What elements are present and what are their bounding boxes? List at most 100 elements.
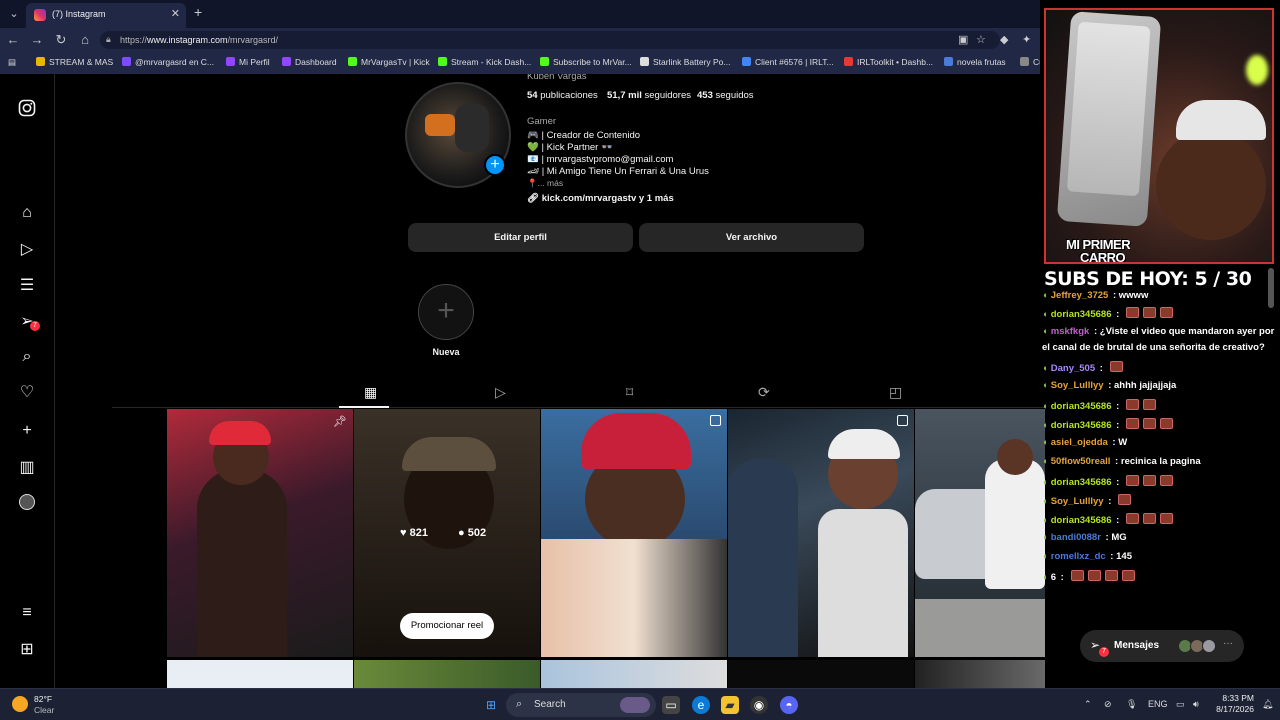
- reels-tab-icon[interactable]: ▷: [495, 384, 506, 401]
- tagged-tab-icon[interactable]: ◰: [889, 384, 902, 401]
- view-archive-button[interactable]: Ver archivo: [639, 223, 864, 252]
- feed-list-icon[interactable]: ☰: [16, 275, 38, 297]
- chat-emote-icon: [1104, 570, 1118, 581]
- url-path: /mrvargasrd/: [227, 35, 279, 45]
- messages-button[interactable]: ➢ 7 Mensajes ···: [1080, 630, 1244, 662]
- reload-icon[interactable]: ↻: [53, 32, 69, 48]
- bookmark-item[interactable]: IRLToolkit • Dashb...: [844, 57, 933, 67]
- bio-more-link[interactable]: 📍... más: [527, 178, 563, 189]
- back-icon[interactable]: ←: [5, 32, 21, 47]
- post-thumbnail-hovered[interactable]: ♥ 821 ● 502 Promocionar reel: [354, 409, 540, 657]
- post-thumbnail[interactable]: [541, 660, 727, 688]
- instagram-sidebar: ⌂ ▷ ☰ ➢ 7 ⌕ ♡ + ▥ ≡ ⊞: [0, 74, 55, 688]
- notifications-icon[interactable]: 🔔︎: [1262, 699, 1273, 710]
- posts-grid-tab-icon[interactable]: ▦: [364, 384, 377, 401]
- bookmarks-menu-icon[interactable]: ▤: [8, 57, 16, 68]
- bookmark-item[interactable]: Subscribe to MrVar...: [540, 57, 632, 67]
- bookmark-item[interactable]: MrVargasTv | Kick: [348, 57, 430, 67]
- also-from-meta-icon[interactable]: ⊞: [16, 639, 38, 661]
- notifications-heart-icon[interactable]: ♡: [16, 382, 38, 404]
- reel-icon: [897, 415, 908, 426]
- new-highlight-button[interactable]: +: [418, 284, 474, 340]
- search-label: Search: [534, 699, 566, 710]
- browser-tab-bar: ⌄ (7) Instagram ✕ +: [0, 0, 1045, 28]
- dashboard-icon[interactable]: ▥: [16, 457, 38, 479]
- chat-emote-icon: [1159, 307, 1173, 318]
- profile-link[interactable]: 🔗︎ kick.com/mrvargastv y 1 más: [527, 193, 674, 204]
- weather-temp: 82°F: [34, 694, 53, 704]
- bio-line: 📧 | mrvargastvpromo@gmail.com: [527, 154, 674, 165]
- split-view-icon[interactable]: ▣: [958, 33, 968, 46]
- post-thumbnail[interactable]: [915, 660, 1045, 688]
- obs-icon[interactable]: ◉: [750, 696, 768, 714]
- bookmark-item[interactable]: @mrvargasrd en C...: [122, 57, 214, 67]
- search-nav-icon[interactable]: ⌕: [16, 346, 38, 368]
- create-plus-icon[interactable]: +: [16, 420, 38, 442]
- direct-messages-icon[interactable]: ➢ 7: [16, 311, 40, 333]
- extension-icon[interactable]: ◆: [1000, 33, 1008, 46]
- language-indicator[interactable]: ENG: [1148, 699, 1168, 709]
- bookmark-item[interactable]: novela frutas: [944, 57, 1006, 67]
- posts-stat[interactable]: 54 publicaciones: [527, 90, 598, 101]
- chat-message: ◖ Dany_505 :: [1042, 361, 1123, 374]
- chat-text: MG: [1111, 532, 1127, 543]
- chat-username: 6: [1050, 572, 1057, 583]
- bookmark-item[interactable]: Client #6576 | IRLT...: [742, 57, 834, 67]
- chat-text: recinica la pagina: [1120, 456, 1201, 467]
- more-menu-icon[interactable]: ≡: [16, 602, 38, 624]
- task-view-icon[interactable]: ▭: [662, 696, 680, 714]
- profile-avatar-icon[interactable]: [16, 494, 38, 516]
- chat-badge-icon: ◖: [1042, 532, 1048, 543]
- bookmark-item[interactable]: Stream - Kick Dash...: [438, 57, 531, 67]
- stream-chat-overlay: ◖ Jeffrey_3725 : wwww ◖ dorian345686 : ◖ msk…: [1040, 290, 1276, 590]
- chat-emote-icon: [1142, 399, 1156, 410]
- reposts-tab-icon[interactable]: ⟳: [758, 384, 770, 401]
- tray-chevron-icon[interactable]: ⌃: [1084, 699, 1092, 710]
- extension-2-icon[interactable]: ✦: [1022, 33, 1031, 46]
- windows-start-icon[interactable]: ⊞: [482, 696, 500, 714]
- add-story-icon[interactable]: +: [484, 154, 506, 176]
- chat-emote-icon: [1109, 361, 1123, 372]
- url-field[interactable]: 🔒︎ https://www.instagram.com/mrvargasrd/: [100, 31, 1000, 49]
- discord-icon[interactable]: ◓: [780, 696, 798, 714]
- tab-menu-icon[interactable]: ⌄: [6, 6, 22, 22]
- chat-username: dorian345686: [1050, 401, 1112, 412]
- bookmark-item[interactable]: Dashboard: [282, 57, 337, 67]
- messages-badge: 7: [1099, 647, 1109, 657]
- volume-icon[interactable]: 🔊︎: [1193, 699, 1199, 710]
- forward-icon[interactable]: →: [29, 32, 45, 47]
- followers-stat[interactable]: 51,7 mil seguidores: [607, 90, 691, 101]
- favorite-star-icon[interactable]: ☆: [976, 33, 986, 46]
- post-thumbnail[interactable]: [915, 409, 1045, 657]
- post-thumbnail[interactable]: [541, 409, 727, 657]
- edge-browser-icon[interactable]: e: [692, 696, 710, 714]
- saved-tab-icon[interactable]: ⌑: [626, 384, 633, 401]
- post-thumbnail[interactable]: [167, 660, 353, 688]
- home-nav-icon[interactable]: ⌂: [16, 202, 38, 224]
- post-thumbnail[interactable]: [728, 660, 914, 688]
- chat-emote-icon: [1125, 307, 1139, 318]
- display-icon[interactable]: ▭: [1176, 699, 1185, 710]
- file-explorer-icon[interactable]: ▰: [721, 696, 739, 714]
- post-thumbnail[interactable]: [728, 409, 914, 657]
- bookmark-item[interactable]: Starlink Battery Po...: [640, 57, 730, 67]
- chat-badge-icon: ◖: [1042, 572, 1048, 583]
- tab-close-icon[interactable]: ✕: [171, 7, 180, 20]
- post-thumbnail[interactable]: 📌︎: [167, 409, 353, 657]
- tray-network-off-icon[interactable]: ⊘: [1104, 699, 1112, 710]
- clock[interactable]: 8:33 PM 8/17/2026: [1210, 693, 1254, 715]
- reels-nav-icon[interactable]: ▷: [16, 239, 38, 261]
- instagram-logo-icon[interactable]: [16, 99, 38, 121]
- taskbar-search[interactable]: ⌕ Search: [506, 693, 656, 717]
- chat-message: ◖ bandi0088r : MG: [1042, 532, 1127, 543]
- edit-profile-button[interactable]: Editar perfil: [408, 223, 633, 252]
- bookmark-item[interactable]: Mi Perfil: [226, 57, 270, 67]
- promote-reel-button[interactable]: Promocionar reel: [400, 613, 494, 639]
- new-tab-icon[interactable]: +: [194, 4, 202, 20]
- browser-tab-instagram[interactable]: (7) Instagram ✕: [26, 3, 186, 28]
- post-thumbnail[interactable]: [354, 660, 540, 688]
- home-icon[interactable]: ⌂: [77, 32, 93, 47]
- following-stat[interactable]: 453 seguidos: [697, 90, 754, 101]
- bookmark-item[interactable]: STREAM & MAS: [36, 57, 113, 67]
- microphone-icon[interactable]: 🎙︎: [1126, 699, 1137, 710]
